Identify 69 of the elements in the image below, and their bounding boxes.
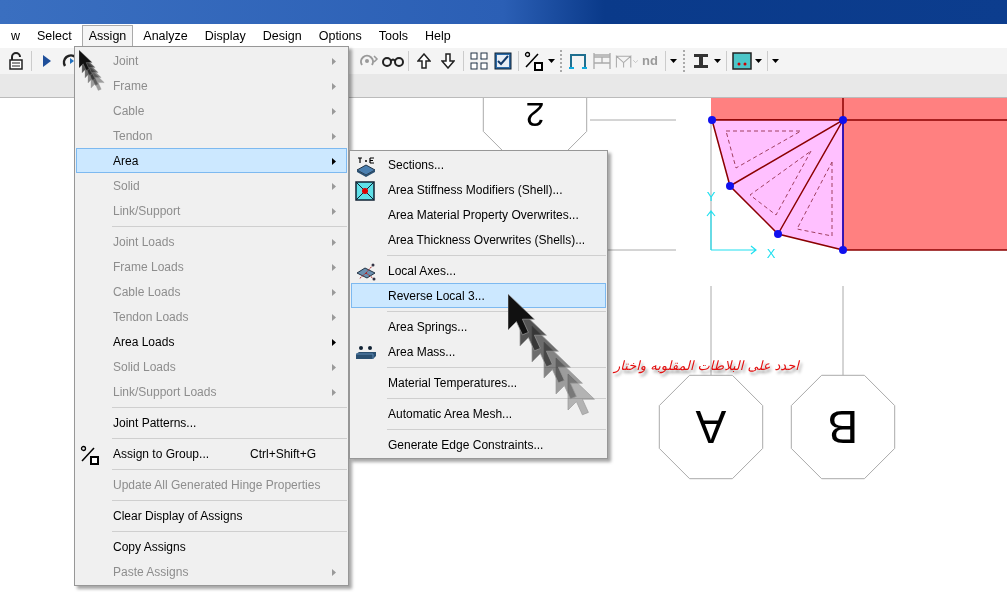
grid-bubble: B xyxy=(790,374,896,480)
submenu-arrow-icon xyxy=(332,107,336,115)
menu-item[interactable]: Local Axes... xyxy=(351,258,606,283)
menu-item[interactable]: Copy Assigns xyxy=(76,534,347,559)
dropdown-caret-icon[interactable] xyxy=(714,59,722,63)
grid-bubble: A xyxy=(658,374,764,480)
panel-icon[interactable] xyxy=(731,52,752,70)
menu-item[interactable]: Generate Edge Constraints... xyxy=(351,432,606,457)
submenu-arrow-icon xyxy=(332,238,336,246)
submenu-arrow-icon xyxy=(332,313,336,321)
axis-label: X xyxy=(766,246,776,261)
menu-item[interactable]: Area Thickness Overwrites (Shells)... xyxy=(351,227,606,252)
group-icon xyxy=(80,445,100,465)
menu-item[interactable]: Display xyxy=(197,25,253,47)
dropdown-caret-icon[interactable] xyxy=(772,59,780,63)
menu-item[interactable]: Clear Display of Assigns xyxy=(76,503,347,528)
menu-item[interactable]: Options xyxy=(311,25,369,47)
frame-icon[interactable] xyxy=(568,53,588,69)
submenu-arrow-icon xyxy=(332,207,336,215)
menu-item[interactable]: Assign to Group... Ctrl+Shift+G xyxy=(76,441,347,466)
menu-item[interactable]: w xyxy=(4,25,28,47)
check-icon[interactable] xyxy=(494,52,512,70)
menu-item[interactable]: Area Loads xyxy=(76,329,347,354)
mass-icon xyxy=(355,344,377,361)
submenu-arrow-icon xyxy=(332,388,336,396)
axes-drawing xyxy=(706,210,757,255)
menu-item[interactable]: Area Springs... xyxy=(351,314,606,339)
menu-item[interactable]: Assign xyxy=(81,25,134,47)
submenu-arrow-icon xyxy=(332,263,336,271)
dropdown-caret-icon[interactable] xyxy=(755,59,763,63)
dropdown-caret-icon[interactable] xyxy=(670,59,678,63)
shortcut-text: Ctrl+Shift+G xyxy=(249,445,317,463)
menu-item[interactable]: Select xyxy=(30,25,79,47)
down-icon[interactable] xyxy=(441,53,455,69)
menu-item[interactable]: Design xyxy=(255,25,309,47)
stiffness-icon xyxy=(355,181,375,201)
submenu-arrow-icon xyxy=(332,132,336,140)
menu-item[interactable]: Area xyxy=(76,148,347,173)
submenu-arrow-icon xyxy=(332,82,336,90)
menu-item[interactable]: Area Material Property Overwrites... xyxy=(351,202,606,227)
menu-item[interactable]: Sections... xyxy=(351,152,606,177)
submenu-arrow-icon xyxy=(332,363,336,371)
menu-item[interactable]: Area Mass... xyxy=(351,339,606,364)
submenu-arrow-icon xyxy=(332,288,336,296)
submenu-arrow-icon xyxy=(332,338,336,346)
menu-item[interactable]: Automatic Area Mesh... xyxy=(351,401,606,426)
play-icon[interactable] xyxy=(43,55,51,67)
menu-item[interactable]: Help xyxy=(418,25,458,47)
group-icon[interactable] xyxy=(524,51,544,71)
submenu-arrow-icon xyxy=(332,568,336,576)
ibeam-icon[interactable] xyxy=(692,53,709,69)
axis-label: Y xyxy=(706,189,716,204)
menu-item[interactable]: Tools xyxy=(371,25,415,47)
menu-item[interactable]: Joint Patterns... xyxy=(76,410,347,435)
menu-item[interactable]: Reverse Local 3... xyxy=(351,283,606,308)
glasses-icon[interactable] xyxy=(382,55,404,67)
submenu-arrow-icon xyxy=(332,182,336,190)
menu-item[interactable]: Analyze xyxy=(136,25,195,47)
dropdown-caret-icon[interactable] xyxy=(547,59,555,63)
menu-item[interactable]: Material Temperatures... xyxy=(351,370,606,395)
lock-icon[interactable] xyxy=(9,52,23,70)
annotation-text: احدد على البلاطات المقلوبه واختار xyxy=(614,357,799,376)
axes-icon xyxy=(355,262,377,282)
submenu-arrow-icon xyxy=(332,57,336,65)
submenu-arrow-icon xyxy=(332,157,336,165)
grid-icon[interactable] xyxy=(470,52,488,70)
menu-item[interactable]: Area Stiffness Modifiers (Shell)... xyxy=(351,177,606,202)
section-icon xyxy=(355,156,377,178)
up-icon[interactable] xyxy=(417,53,431,69)
